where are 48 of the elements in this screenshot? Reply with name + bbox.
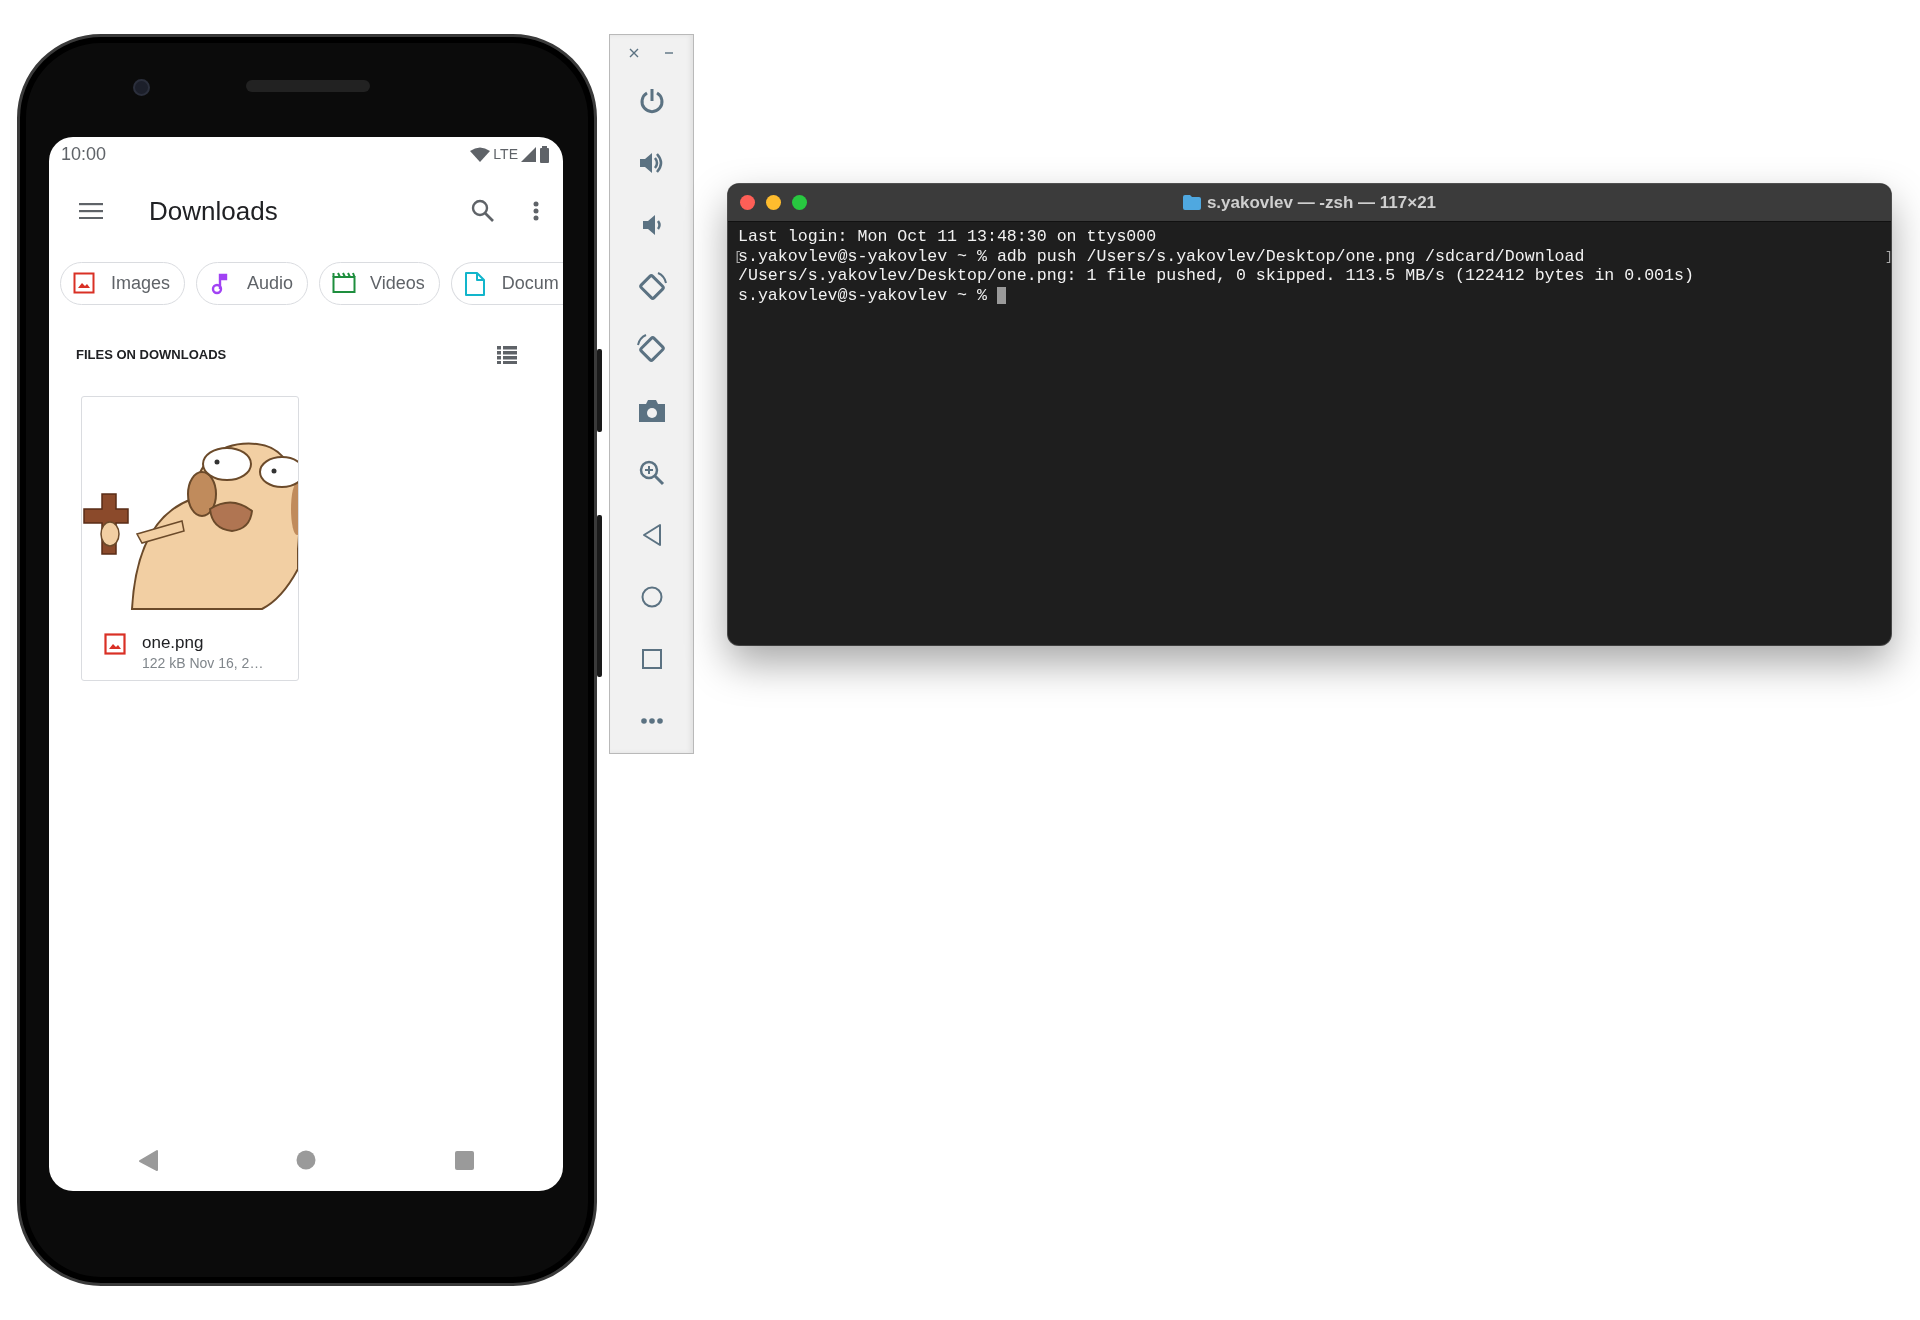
overview-icon	[641, 649, 662, 669]
home-icon	[296, 1150, 316, 1170]
camera-icon	[637, 399, 666, 423]
filter-chip[interactable]: Videos	[319, 262, 440, 305]
file-details: 122 kB Nov 16, 2…	[142, 654, 264, 673]
zoom-button[interactable]	[792, 195, 807, 210]
mark-bracket: ]	[1885, 247, 1889, 266]
back-button[interactable]	[137, 1148, 159, 1172]
terminal-line: /Users/s.yakovlev/Desktop/one.png: 1 file pushed, 0 skipped. 113.5 MB/s (122412 bytes in 0.001s)	[738, 266, 1694, 287]
terminal-line: Last login: Mon Oct 11 13:48:30 on ttys000	[738, 227, 1157, 247]
close-icon	[628, 47, 639, 58]
home-icon	[640, 586, 663, 608]
folder-icon	[1182, 195, 1201, 210]
image-file-icon	[104, 633, 126, 655]
section-heading: FILES ON DOWNLOADS	[76, 346, 227, 365]
window-title: s.yakovlev — -zsh — 117×21	[1206, 191, 1437, 214]
file-name: one.png	[142, 633, 205, 653]
vertical-dots-icon	[533, 201, 539, 221]
filter-chip[interactable]: Audio	[196, 262, 309, 305]
close-button[interactable]	[740, 195, 755, 210]
list-view-icon	[497, 346, 517, 364]
battery-icon	[539, 146, 551, 163]
zoom-in-icon	[638, 460, 665, 486]
camera-lens	[133, 79, 150, 96]
power-icon	[638, 88, 665, 114]
overview-icon	[454, 1150, 474, 1170]
back-icon	[137, 1148, 159, 1172]
terminal-line: s.yakovlev@s-yakovlev ~ %	[738, 286, 988, 306]
menu-icon	[79, 203, 103, 219]
signal-icon	[521, 147, 536, 162]
screen-title: Downloads	[149, 194, 278, 228]
home-button[interactable]	[296, 1150, 316, 1170]
wifi-icon	[470, 146, 491, 163]
volume-down-icon	[641, 214, 662, 236]
file-card[interactable]: one.png 122 kB Nov 16, 2…	[81, 396, 299, 681]
overview-button[interactable]	[454, 1150, 474, 1170]
close-button[interactable]	[628, 47, 639, 58]
mark-bracket: [	[734, 247, 738, 266]
clock-time: 10:00	[61, 143, 107, 166]
minimize-button[interactable]	[766, 195, 781, 210]
volume-up-icon	[638, 151, 665, 175]
network-label: LTE	[493, 145, 518, 164]
search-icon	[471, 199, 495, 223]
filter-chip[interactable]: Images	[60, 262, 186, 305]
more-icon	[640, 718, 663, 724]
rotate-right-icon	[635, 333, 668, 365]
back-icon	[641, 523, 662, 547]
filter-chip[interactable]: Docum	[450, 262, 563, 305]
